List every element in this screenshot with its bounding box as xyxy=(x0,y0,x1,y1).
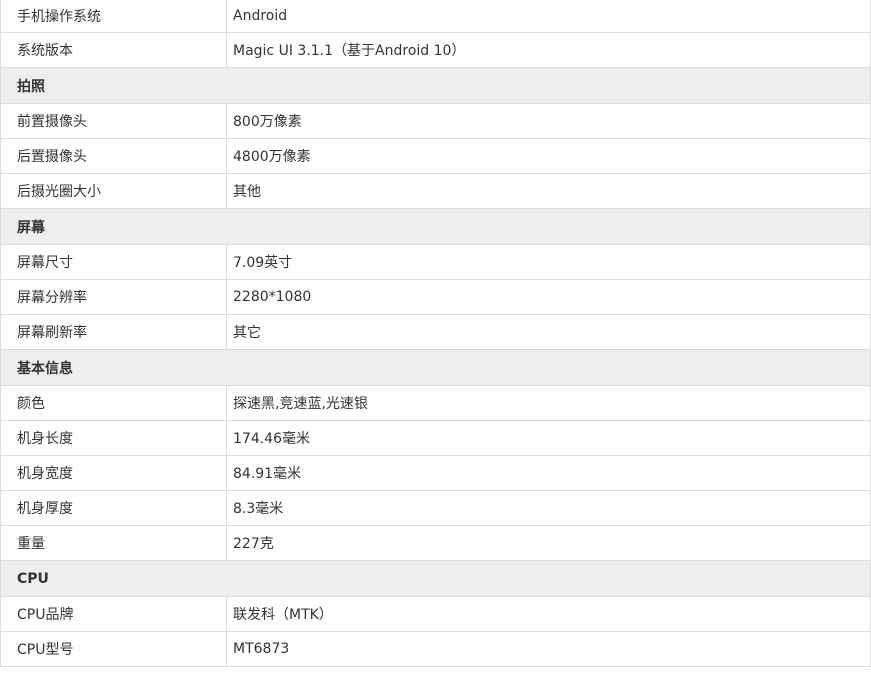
spec-table: 手机操作系统 Android 系统版本 Magic UI 3.1.1（基于And… xyxy=(0,0,871,667)
spec-row: 重量 227克 xyxy=(1,526,870,561)
spec-label: 屏幕尺寸 xyxy=(1,245,227,279)
spec-label: 后置摄像头 xyxy=(1,139,227,173)
section-header-basic-info: 基本信息 xyxy=(1,350,870,386)
spec-value: 8.3毫米 xyxy=(233,501,284,517)
spec-value: MT6873 xyxy=(233,641,290,657)
spec-row: 屏幕分辨率 2280*1080 xyxy=(1,280,870,315)
spec-label: 机身厚度 xyxy=(1,491,227,525)
spec-label: CPU型号 xyxy=(1,632,227,666)
spec-label: 屏幕分辨率 xyxy=(1,280,227,314)
spec-row: 机身厚度 8.3毫米 xyxy=(1,491,870,526)
spec-row: CPU型号 MT6873 xyxy=(1,632,870,667)
spec-row: 颜色 探速黑,竞速蓝,光速银 xyxy=(1,386,870,421)
spec-value: 2280*1080 xyxy=(233,289,312,305)
spec-value: 联发科（MTK） xyxy=(233,607,333,623)
section-header-screen: 屏幕 xyxy=(1,209,870,245)
spec-row-os: 手机操作系统 Android xyxy=(1,0,870,33)
spec-value: Android xyxy=(233,8,288,24)
spec-row: 机身长度 174.46毫米 xyxy=(1,421,870,456)
spec-label: 机身宽度 xyxy=(1,456,227,490)
spec-label: 前置摄像头 xyxy=(1,104,227,138)
spec-row-version: 系统版本 Magic UI 3.1.1（基于Android 10） xyxy=(1,33,870,68)
spec-row: 屏幕尺寸 7.09英寸 xyxy=(1,245,870,280)
spec-value: 84.91毫米 xyxy=(233,466,302,482)
spec-row: 机身宽度 84.91毫米 xyxy=(1,456,870,491)
spec-value: Magic UI 3.1.1（基于Android 10） xyxy=(233,43,466,59)
spec-label: 重量 xyxy=(1,526,227,560)
spec-row: CPU品牌 联发科（MTK） xyxy=(1,597,870,632)
spec-label: 系统版本 xyxy=(1,33,227,67)
spec-value: 其它 xyxy=(233,325,261,341)
section-header-camera: 拍照 xyxy=(1,68,870,104)
spec-label: 手机操作系统 xyxy=(1,0,227,32)
spec-value: 800万像素 xyxy=(233,114,302,130)
spec-label: 后摄光圈大小 xyxy=(1,174,227,208)
spec-label: 机身长度 xyxy=(1,421,227,455)
spec-row: 后摄光圈大小 其他 xyxy=(1,174,870,209)
spec-label: 颜色 xyxy=(1,386,227,420)
spec-value: 其他 xyxy=(233,184,261,200)
spec-value: 227克 xyxy=(233,536,274,552)
spec-value: 7.09英寸 xyxy=(233,255,293,271)
spec-value: 174.46毫米 xyxy=(233,431,310,447)
spec-value: 探速黑,竞速蓝,光速银 xyxy=(233,396,368,412)
spec-row: 屏幕刷新率 其它 xyxy=(1,315,870,350)
spec-row: 前置摄像头 800万像素 xyxy=(1,104,870,139)
spec-value: 4800万像素 xyxy=(233,149,311,165)
spec-label: CPU品牌 xyxy=(1,597,227,631)
spec-row: 后置摄像头 4800万像素 xyxy=(1,139,870,174)
spec-label: 屏幕刷新率 xyxy=(1,315,227,349)
section-header-cpu: CPU xyxy=(1,561,870,597)
